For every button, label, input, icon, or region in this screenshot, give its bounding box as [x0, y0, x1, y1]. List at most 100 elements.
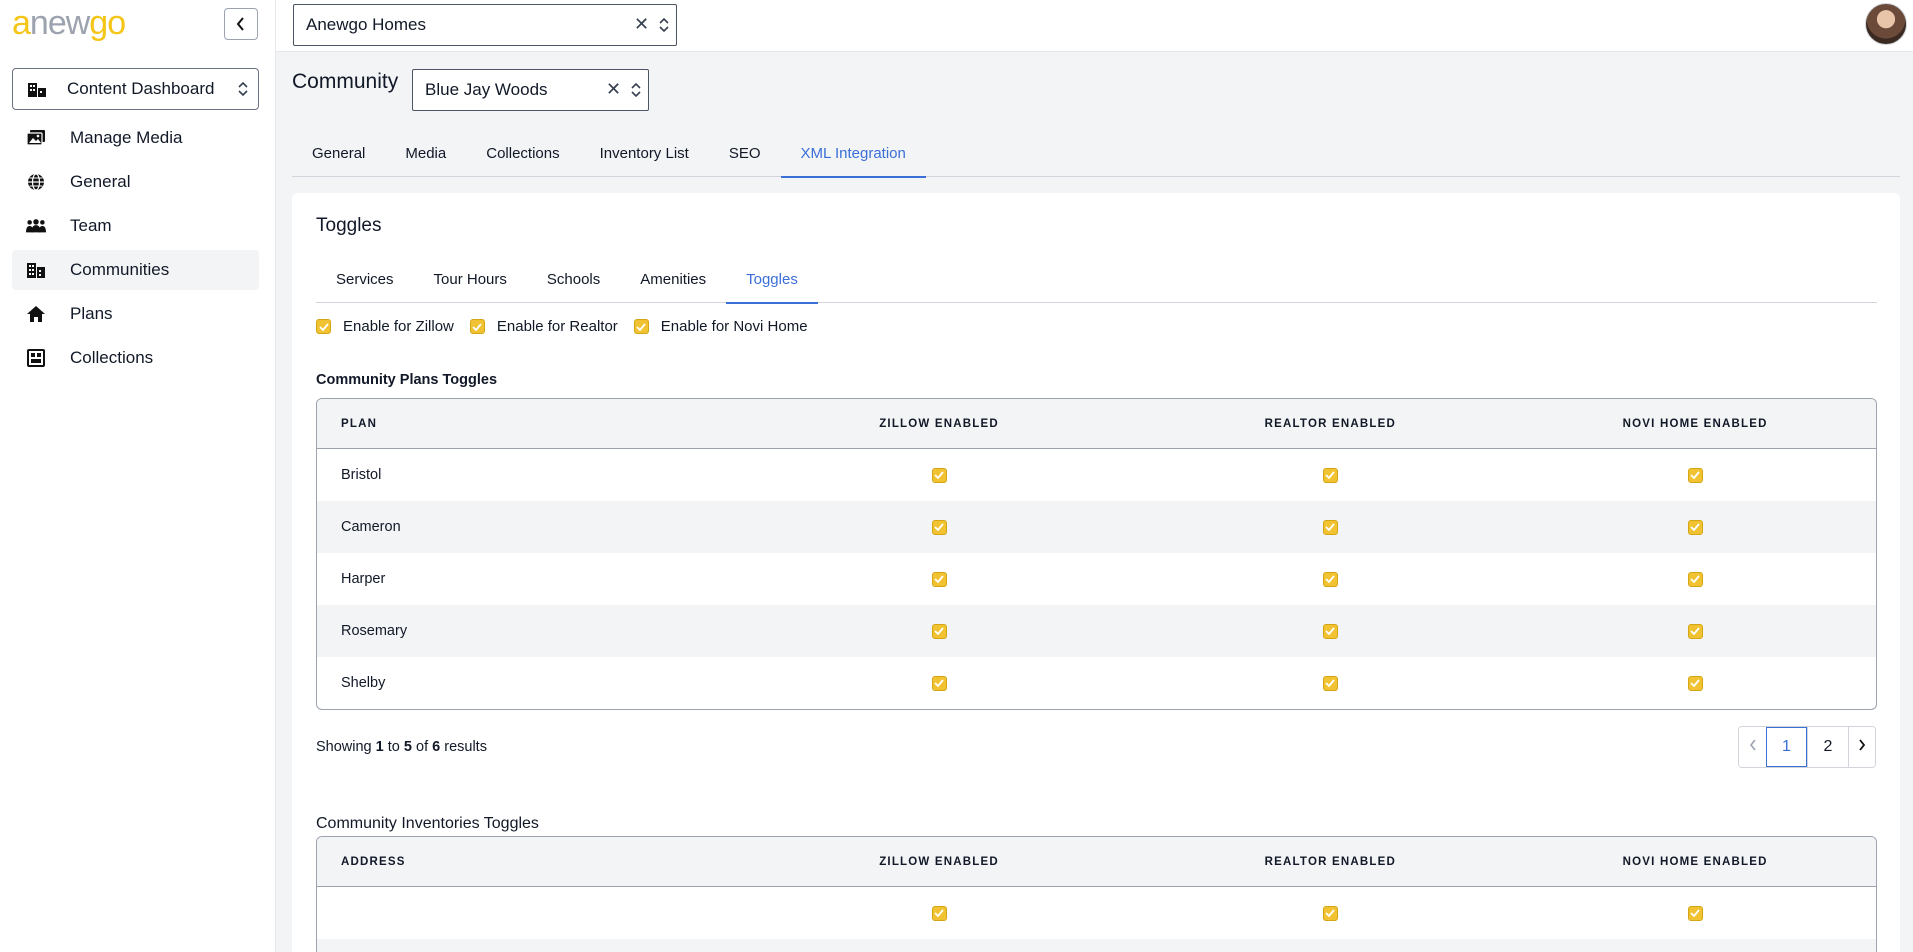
sidebar-item-communities[interactable]: Communities — [12, 250, 259, 290]
table-header-row: Address Zillow Enabled Realtor Enabled N… — [317, 837, 1876, 887]
previous-page-button[interactable] — [1739, 727, 1766, 767]
novi-home-enabled-checkbox[interactable] — [1687, 519, 1703, 535]
novi-home-enabled-checkbox[interactable] — [1687, 467, 1703, 483]
dashboard-select-value: Content Dashboard — [67, 79, 215, 98]
company-select[interactable]: Anewgo Homes ✕ — [293, 4, 677, 46]
novi-home-enabled-checkbox[interactable] — [1687, 905, 1703, 921]
zillow-enabled-checkbox[interactable] — [931, 571, 947, 587]
pagination: 1 2 — [1738, 726, 1876, 768]
select-arrows-icon — [238, 81, 248, 102]
tab-toggles[interactable]: Toggles — [726, 255, 818, 304]
tab-schools[interactable]: Schools — [527, 255, 620, 303]
column-header-realtor[interactable]: Realtor Enabled — [1146, 837, 1515, 887]
sidebar-item-general[interactable]: General — [12, 162, 259, 202]
sidebar-item-label: Plans — [70, 304, 113, 323]
tab-amenities[interactable]: Amenities — [620, 255, 726, 303]
address-name-cell — [317, 939, 732, 952]
tab-services[interactable]: Services — [316, 255, 414, 303]
tab-media[interactable]: Media — [385, 130, 466, 177]
collapse-sidebar-button[interactable] — [224, 8, 258, 40]
showing-suffix: results — [444, 739, 487, 755]
column-header-address[interactable]: Address — [317, 837, 732, 887]
community-tabs: General Media Collections Inventory List… — [292, 130, 1900, 178]
realtor-enabled-cell — [1146, 553, 1514, 605]
zillow-enabled-cell — [732, 657, 1147, 709]
top-bar: Anewgo Homes ✕ — [276, 0, 1913, 52]
chevron-left-icon — [1749, 738, 1757, 756]
realtor-enabled-checkbox[interactable] — [1322, 905, 1338, 921]
novi-home-enabled-checkbox[interactable] — [1687, 623, 1703, 639]
inventories-toggles-title: Community Inventories Toggles — [316, 815, 539, 832]
collection-icon — [26, 348, 46, 368]
sidebar-item-collections[interactable]: Collections — [12, 338, 259, 378]
novi-home-enabled-cell — [1514, 501, 1876, 553]
community-select-value: Blue Jay Woods — [425, 80, 548, 99]
realtor-enabled-cell — [1146, 605, 1515, 657]
sidebar-item-team[interactable]: Team — [12, 206, 259, 246]
realtor-enabled-cell — [1146, 939, 1515, 952]
column-header-plan[interactable]: Plan — [317, 399, 732, 449]
clear-company-icon[interactable]: ✕ — [634, 14, 649, 35]
clear-community-icon[interactable]: ✕ — [606, 79, 621, 100]
enable-novi-checkbox[interactable] — [633, 319, 649, 334]
realtor-enabled-checkbox[interactable] — [1322, 571, 1338, 587]
realtor-enabled-cell — [1146, 501, 1515, 553]
realtor-enabled-checkbox[interactable] — [1322, 467, 1338, 483]
dashboard-icon — [27, 79, 47, 99]
enable-novi-label: Enable for Novi Home — [660, 318, 808, 335]
column-header-zillow[interactable]: Zillow Enabled — [731, 399, 1147, 449]
column-header-realtor[interactable]: Realtor Enabled — [1146, 399, 1515, 449]
toggles-card: Toggles Services Tour Hours Schools Amen… — [292, 193, 1900, 952]
realtor-enabled-checkbox[interactable] — [1322, 623, 1338, 639]
zillow-enabled-checkbox[interactable] — [931, 905, 947, 921]
sidebar-item-plans[interactable]: Plans — [12, 294, 259, 334]
page-1-button[interactable]: 1 — [1766, 727, 1807, 767]
sidebar-item-label: Communities — [70, 260, 170, 279]
novi-home-enabled-checkbox[interactable] — [1687, 675, 1703, 691]
community-select[interactable]: Blue Jay Woods ✕ — [412, 69, 649, 111]
novi-home-enabled-checkbox[interactable] — [1687, 571, 1703, 587]
realtor-enabled-checkbox[interactable] — [1322, 519, 1338, 535]
tab-collections[interactable]: Collections — [466, 130, 579, 177]
showing-of-word: of — [416, 739, 429, 755]
column-header-novi[interactable]: Novi Home Enabled — [1514, 399, 1876, 449]
anewgo-logo[interactable]: anewgo — [12, 6, 126, 40]
plans-toggles-title: Community Plans Toggles — [316, 372, 498, 388]
realtor-enabled-checkbox[interactable] — [1322, 675, 1338, 691]
tab-xml-integration[interactable]: XML Integration — [780, 130, 927, 178]
column-header-novi[interactable]: Novi Home Enabled — [1514, 837, 1876, 887]
tab-seo[interactable]: SEO — [709, 130, 781, 177]
zillow-enabled-checkbox[interactable] — [931, 675, 947, 691]
zillow-enabled-checkbox[interactable] — [931, 623, 947, 639]
tab-tour-hours[interactable]: Tour Hours — [414, 255, 527, 303]
sidebar-item-manage-media[interactable]: Manage Media — [12, 118, 259, 158]
next-page-button[interactable] — [1848, 727, 1875, 767]
table-row: Shelby — [317, 657, 1876, 709]
dashboard-select[interactable]: Content Dashboard — [12, 68, 259, 110]
table-row: Bristol — [317, 449, 1876, 501]
plan-name-cell: Shelby — [341, 675, 386, 691]
tab-general[interactable]: General — [292, 130, 385, 177]
plans-toggles-table: Plan Zillow Enabled Realtor Enabled Novi… — [316, 398, 1877, 710]
inventories-toggles-table: Address Zillow Enabled Realtor Enabled N… — [316, 836, 1877, 952]
team-icon — [26, 216, 46, 236]
address-name-cell — [317, 887, 732, 939]
table-header-row: Plan Zillow Enabled Realtor Enabled Novi… — [317, 399, 1876, 449]
page-2-button[interactable]: 2 — [1807, 727, 1848, 767]
plan-name-cell: Rosemary — [317, 605, 732, 657]
xml-integration-tabs: Services Tour Hours Schools Amenities To… — [316, 255, 1877, 304]
media-icon — [26, 128, 46, 148]
tab-inventory-list[interactable]: Inventory List — [580, 130, 709, 177]
novi-home-enabled-cell — [1514, 605, 1876, 657]
chevron-left-icon — [231, 14, 251, 34]
zillow-enabled-cell — [731, 501, 1147, 553]
realtor-enabled-cell — [1146, 657, 1514, 709]
enable-zillow-checkbox[interactable] — [316, 319, 331, 334]
enable-realtor-checkbox[interactable] — [469, 319, 485, 334]
zillow-enabled-checkbox[interactable] — [931, 467, 947, 483]
user-avatar[interactable] — [1865, 3, 1907, 45]
zillow-enabled-checkbox[interactable] — [931, 519, 947, 535]
enable-novi-option: Enable for Novi Home — [633, 318, 808, 335]
showing-from: 1 — [375, 739, 384, 755]
column-header-zillow[interactable]: Zillow Enabled — [731, 837, 1147, 887]
